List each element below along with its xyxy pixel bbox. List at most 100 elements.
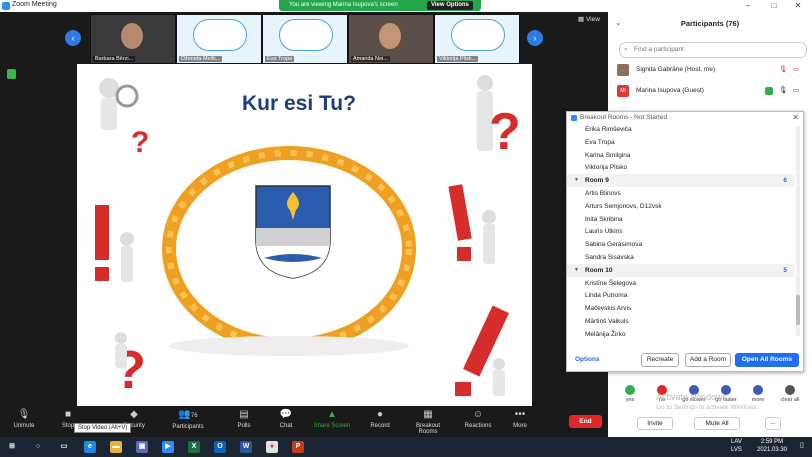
breakout-options-link[interactable]: Options [575, 356, 600, 363]
strip-next-arrow-icon[interactable]: › [527, 30, 543, 46]
member-name: Inita Skribina [585, 215, 623, 223]
participant-row[interactable]: MI Marina Isupova (Guest) 🎙 ▭ [617, 83, 807, 99]
video-tile[interactable]: Eva Tropa [262, 14, 348, 64]
notification-icon[interactable]: ▯ [800, 441, 804, 449]
minimize-icon[interactable]: – [736, 0, 760, 12]
breakout-member-row[interactable]: Viktorija Plisko [567, 161, 795, 174]
unmute-button[interactable]: 🎙 Unmute [2, 409, 46, 429]
share-screen-button[interactable]: ▲ Share Screen [310, 409, 354, 429]
panel-more-button[interactable]: ... [765, 417, 781, 430]
participant-row[interactable]: Signita Gabrāne (Host, me) 🎙 ▭ [617, 62, 807, 78]
file-explorer-icon[interactable]: ▬ [110, 441, 122, 453]
breakout-member-row[interactable]: Linda Putroma [567, 289, 795, 302]
figure-exclamation-right-icon [447, 179, 517, 274]
breakout-member-row[interactable]: Sabina Gerasimova [567, 238, 795, 251]
task-view-icon[interactable]: ▭ [58, 441, 70, 453]
powerpoint-icon[interactable]: P [292, 441, 304, 453]
video-tile-name: Eva Tropa [265, 56, 295, 62]
excel-icon[interactable]: X [188, 441, 200, 453]
windows-start-icon[interactable]: ⊞ [6, 441, 18, 453]
invite-button[interactable]: Invite [637, 417, 673, 430]
strip-prev-arrow-icon[interactable]: ‹ [65, 30, 81, 46]
security-shield-icon [7, 69, 16, 79]
breakout-member-row[interactable]: Erika Rimševiča [567, 123, 795, 136]
video-icon[interactable]: ▭ [793, 83, 799, 99]
breakout-member-row[interactable]: Mačevskis Arvis [567, 302, 795, 315]
breakout-member-row[interactable]: Lauris Utkins [567, 225, 795, 238]
open-all-rooms-button[interactable]: Open All Rooms [735, 353, 799, 367]
search-icon: ⌕ [624, 46, 628, 53]
end-meeting-button[interactable]: End [569, 415, 602, 428]
video-strip: ‹ Barbara Bērzi... Dženeta Melik... Eva … [0, 12, 608, 64]
breakout-rooms-dialog: Breakout Rooms - Not Started ✕ Erika Rim… [566, 111, 804, 372]
window-title: Zoom Meeting [12, 1, 57, 8]
store-icon[interactable]: ▣ [136, 441, 148, 453]
breakout-list-scrollbar-thumb[interactable] [796, 295, 800, 325]
participants-label: Participants [172, 424, 204, 430]
breakout-member-row[interactable]: Sandra Sisavska [567, 251, 795, 264]
reaction-label: clear all [780, 397, 800, 403]
polls-button[interactable]: ▤ Polls [222, 409, 266, 429]
figure-question-sitting-icon: ? [99, 326, 159, 401]
taskbar-clock[interactable]: 2:59 PM 2021.03.30 [751, 438, 793, 454]
zoom-icon[interactable]: ▶ [162, 441, 174, 453]
reaction-more[interactable]: more [746, 385, 770, 403]
breakout-member-row[interactable]: Inita Skribina [567, 213, 795, 226]
member-name: Sandra Sisavska [585, 254, 634, 261]
polls-icon: ▤ [239, 409, 249, 420]
record-icon: ● [376, 409, 384, 420]
reactions-button[interactable]: ☺ Reactions [456, 409, 500, 429]
expand-triangle-icon[interactable]: ▼ [574, 174, 579, 187]
maximize-icon[interactable]: □ [762, 0, 786, 12]
video-tile[interactable]: Amanda Nei... [348, 14, 434, 64]
member-name: Kristīne Šelegova [585, 279, 636, 287]
video-tile[interactable]: Dženeta Melik... [176, 14, 262, 64]
room-member-count: 6 [783, 177, 787, 185]
recreate-button[interactable]: Recreate [641, 353, 679, 367]
muted-mic-icon[interactable]: 🎙 [779, 62, 787, 78]
chrome-icon[interactable]: ● [266, 441, 278, 453]
member-name: Mārtiņš Vaikuls [585, 318, 629, 325]
chat-button[interactable]: 💬 Chat [264, 409, 308, 429]
zoom-app-icon [2, 2, 10, 10]
participants-icon: 👥76 [178, 409, 198, 420]
view-options-button[interactable]: View Options [427, 1, 473, 10]
breakout-rooms-button[interactable]: ▦ Breakout Rooms [406, 409, 450, 435]
language-indicator[interactable]: LAV LVS [731, 438, 742, 454]
mute-all-button[interactable]: Mute All [694, 417, 740, 430]
member-name: Sabina Gerasimova [585, 241, 643, 249]
member-name: Karina Smilgina [585, 151, 631, 159]
close-icon[interactable]: ✕ [792, 113, 799, 122]
reaction-clear-all[interactable]: clear all [778, 385, 802, 403]
video-off-icon[interactable]: ▭ [793, 62, 799, 78]
more-button[interactable]: ••• More [498, 409, 542, 429]
edge-icon[interactable]: e [84, 441, 96, 453]
breakout-room-header[interactable]: ▼ Room 96 [567, 174, 795, 188]
breakout-member-row[interactable]: Kristīne Šelegova [567, 277, 795, 290]
participant-name: Marina Isupova (Guest) [636, 87, 704, 94]
video-tile[interactable]: Viktorija Plisk... [434, 14, 520, 64]
share-screen-label: Share Screen [313, 423, 351, 429]
breakout-member-row[interactable]: Eva Tropa [567, 136, 795, 149]
breakout-member-row[interactable]: Arturs Semjonovs, D12vsk [567, 200, 795, 213]
breakout-member-row[interactable]: Artis Bļinovs [567, 187, 795, 200]
search-icon[interactable]: ○ [32, 441, 44, 453]
breakout-member-row[interactable]: Mārtiņš Vaikuls [567, 315, 795, 328]
close-icon[interactable]: ✕ [786, 0, 810, 12]
view-button[interactable]: ▦ View [578, 15, 600, 23]
word-icon[interactable]: W [240, 441, 252, 453]
breakout-member-row[interactable]: Karina Smilgina [567, 149, 795, 162]
outlook-icon[interactable]: O [214, 441, 226, 453]
expand-triangle-icon[interactable]: ▼ [574, 264, 579, 277]
video-tile[interactable]: Barbara Bērzi... [90, 14, 176, 64]
record-button[interactable]: ● Record [358, 409, 402, 429]
breakout-room-header[interactable]: ▼ Room 10 5 [567, 263, 795, 277]
breakout-member-row[interactable]: Melānija Žirko [567, 328, 795, 341]
mic-icon[interactable]: 🎙 [779, 83, 787, 99]
chat-label: Chat [279, 423, 293, 429]
add-room-button[interactable]: Add a Room [685, 353, 731, 367]
participants-button[interactable]: 👥76 Participants [166, 409, 210, 430]
reaction-yes[interactable]: yes [618, 385, 642, 403]
find-participant-input[interactable]: ⌕ Find a participant [619, 42, 807, 58]
record-label: Record [370, 423, 390, 429]
